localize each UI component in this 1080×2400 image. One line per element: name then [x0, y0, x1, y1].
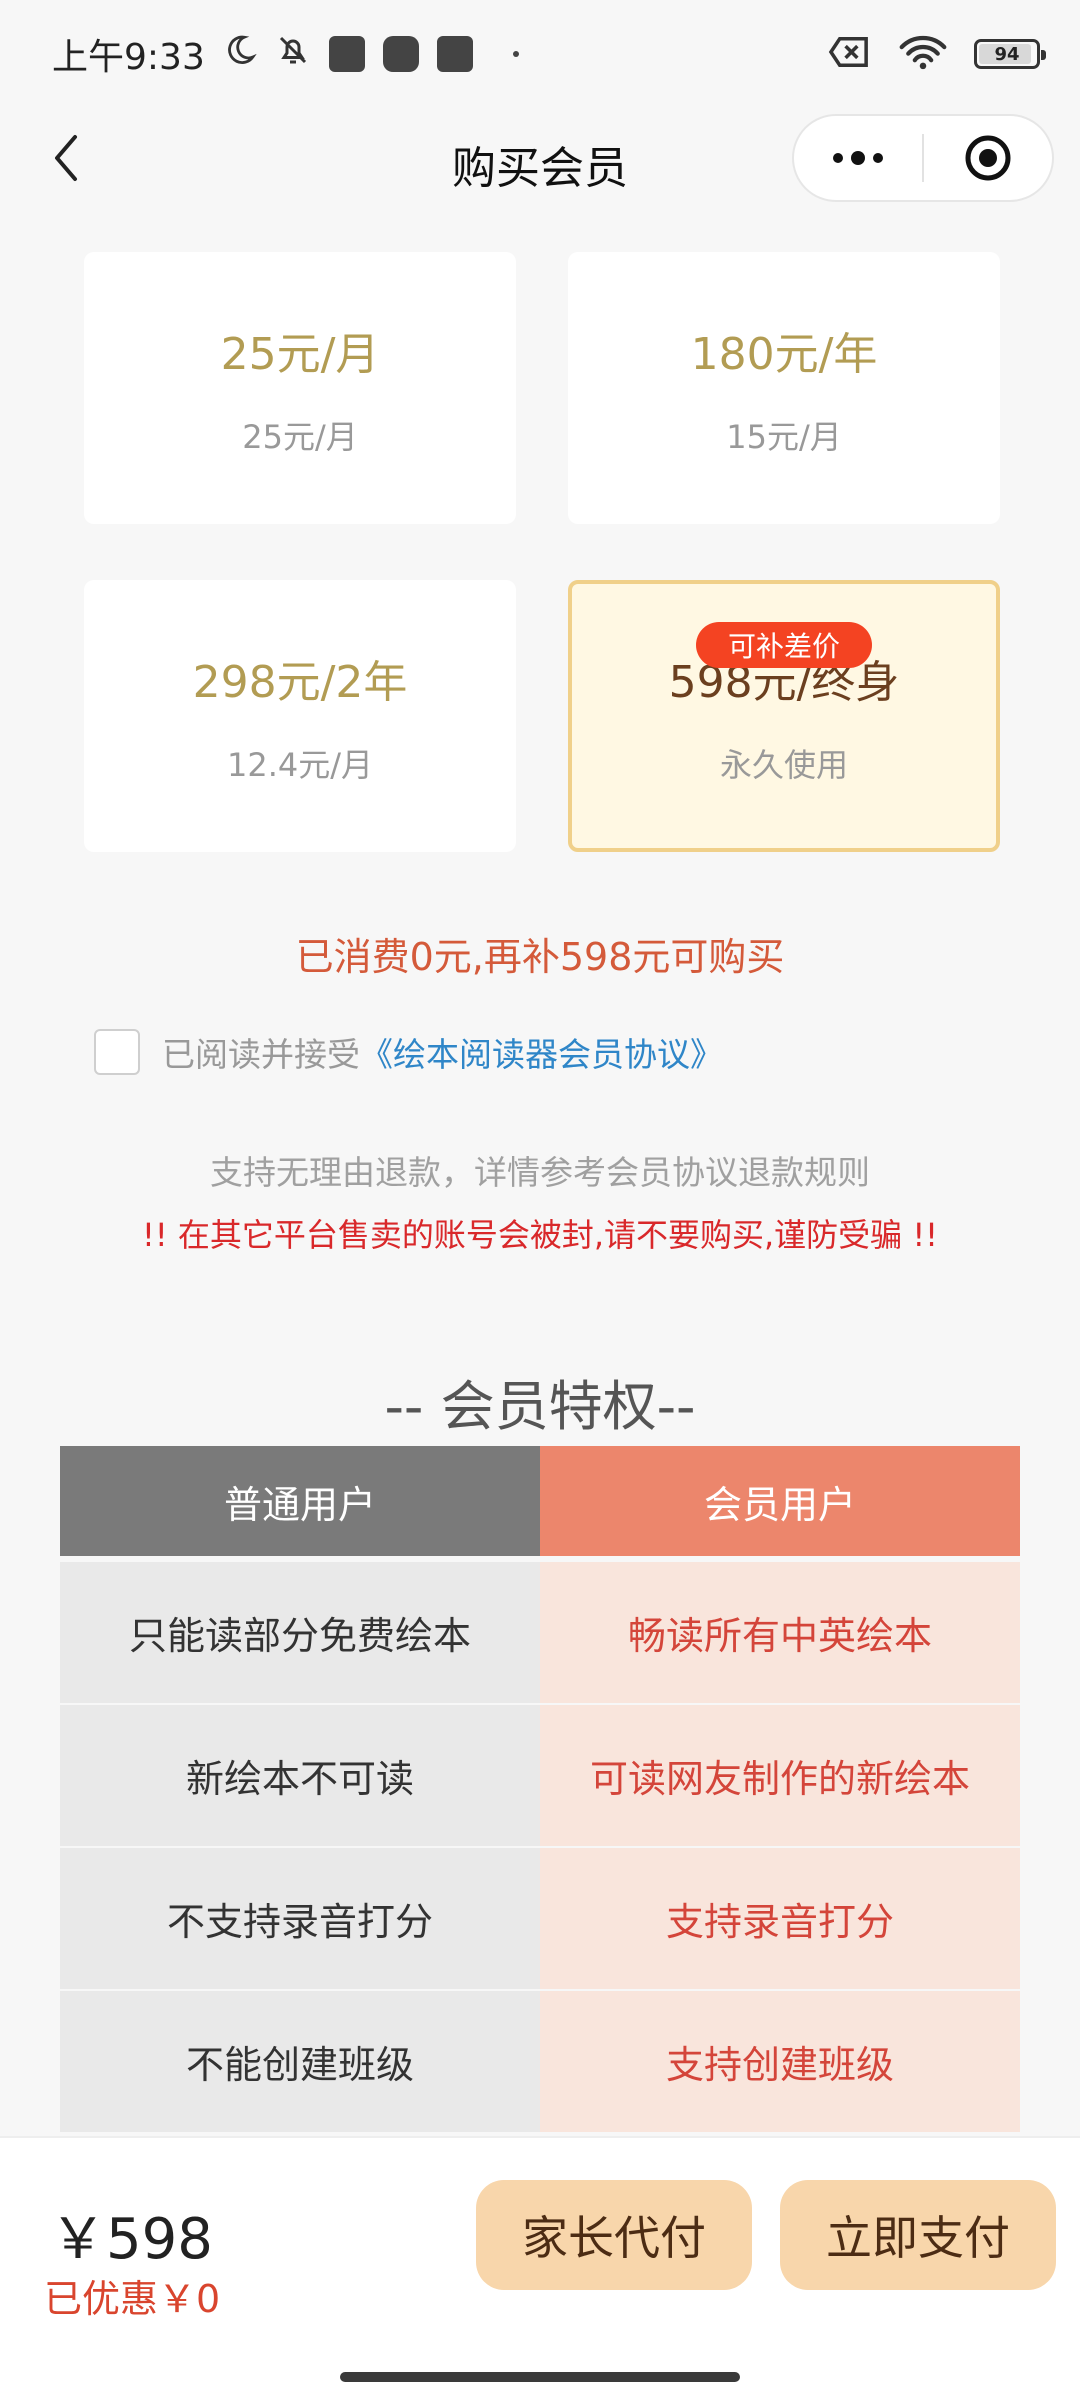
plan-price: 180元/年	[690, 329, 878, 380]
home-indicator[interactable]	[340, 2372, 740, 2382]
member-cell: 支持录音打分	[540, 1848, 1020, 1989]
back-icon	[55, 135, 77, 181]
more-button[interactable]	[794, 116, 922, 200]
member-cell: 支持创建班级	[540, 1991, 1020, 2132]
plan-sub: 12.4元/月	[226, 746, 374, 784]
battery-level: 94	[994, 43, 1020, 65]
more-notifications-icon	[512, 51, 519, 57]
agreement-row: 已阅读并接受 《绘本阅读器会员协议》	[94, 1028, 723, 1076]
close-miniprogram-button[interactable]	[924, 116, 1052, 200]
table-row: 只能读部分免费绘本 畅读所有中英绘本	[60, 1562, 1020, 1703]
table-row: 不能创建班级 支持创建班级	[60, 1991, 1020, 2132]
wifi-icon	[898, 34, 948, 74]
bell-off-icon	[275, 32, 311, 77]
member-cell: 畅读所有中英绘本	[540, 1562, 1020, 1703]
bottom-bar: ￥598 已优惠￥0 家长代付 立即支付	[0, 2136, 1080, 2400]
page: 上午9:33 94 购买会员 25元/月 25元/月 180元/年 15元/月 …	[0, 0, 1080, 2400]
notification-icon	[382, 36, 419, 72]
upgrade-badge: 可补差价	[696, 622, 872, 668]
plan-card-yearly[interactable]: 180元/年 15元/月	[568, 252, 1000, 524]
warning-tip: !! 在其它平台售卖的账号会被封,请不要购买,谨防受骗 !!	[141, 1216, 938, 1254]
plan-card-two-year[interactable]: 298元/2年 12.4元/月	[84, 580, 516, 852]
header-member-user: 会员用户	[540, 1446, 1020, 1556]
normal-cell: 只能读部分免费绘本	[60, 1562, 540, 1703]
moon-icon	[223, 33, 257, 76]
agreement-prefix: 已阅读并接受	[162, 1035, 360, 1074]
plan-price: 25元/月	[220, 329, 380, 380]
battery-icon: 94	[974, 39, 1046, 69]
sim-off-icon	[828, 35, 872, 73]
plan-price: 298元/2年	[192, 657, 408, 708]
back-button[interactable]	[36, 128, 96, 188]
plan-sub: 25元/月	[242, 418, 358, 456]
status-bar: 上午9:33 94	[0, 0, 1080, 108]
consumed-tip: 已消费0元,再补598元可购买	[295, 935, 785, 979]
notification-icon	[328, 36, 365, 72]
target-icon	[965, 135, 1011, 181]
pay-now-button[interactable]: 立即支付	[780, 2180, 1056, 2290]
table-row: 新绘本不可读 可读网友制作的新绘本	[60, 1705, 1020, 1846]
member-cell: 可读网友制作的新绘本	[540, 1705, 1020, 1846]
table-row: 不支持录音打分 支持录音打分	[60, 1848, 1020, 1989]
plan-sub: 永久使用	[719, 746, 848, 784]
refund-tip: 支持无理由退款，详情参考会员协议退款规则	[210, 1153, 870, 1192]
parent-pay-button[interactable]: 家长代付	[476, 2180, 752, 2290]
plan-card-monthly[interactable]: 25元/月 25元/月	[84, 252, 516, 524]
total-price: ￥598	[50, 2207, 213, 2272]
miniprogram-capsule	[792, 114, 1054, 202]
table-header: 普通用户 会员用户	[60, 1446, 1020, 1556]
more-icon	[833, 151, 883, 165]
header-normal-user: 普通用户	[60, 1446, 540, 1556]
nav-bar: 购买会员	[0, 108, 1080, 212]
status-left: 上午9:33	[52, 28, 519, 80]
agreement-link[interactable]: 《绘本阅读器会员协议》	[360, 1028, 723, 1076]
normal-cell: 新绘本不可读	[60, 1705, 540, 1846]
privileges-title: -- 会员特权--	[384, 1375, 696, 1438]
agreement-checkbox[interactable]	[94, 1029, 140, 1075]
status-right: 94	[828, 34, 1046, 74]
notification-icon	[436, 36, 473, 72]
normal-cell: 不支持录音打分	[60, 1848, 540, 1989]
plan-card-lifetime[interactable]: 可补差价 598元/终身 永久使用	[568, 580, 1000, 852]
normal-cell: 不能创建班级	[60, 1991, 540, 2132]
privileges-table: 普通用户 会员用户 只能读部分免费绘本 畅读所有中英绘本 新绘本不可读 可读网友…	[60, 1446, 1020, 2134]
discount-label: 已优惠￥0	[44, 2277, 221, 2321]
status-time: 上午9:33	[52, 37, 205, 78]
plan-sub: 15元/月	[726, 418, 842, 456]
